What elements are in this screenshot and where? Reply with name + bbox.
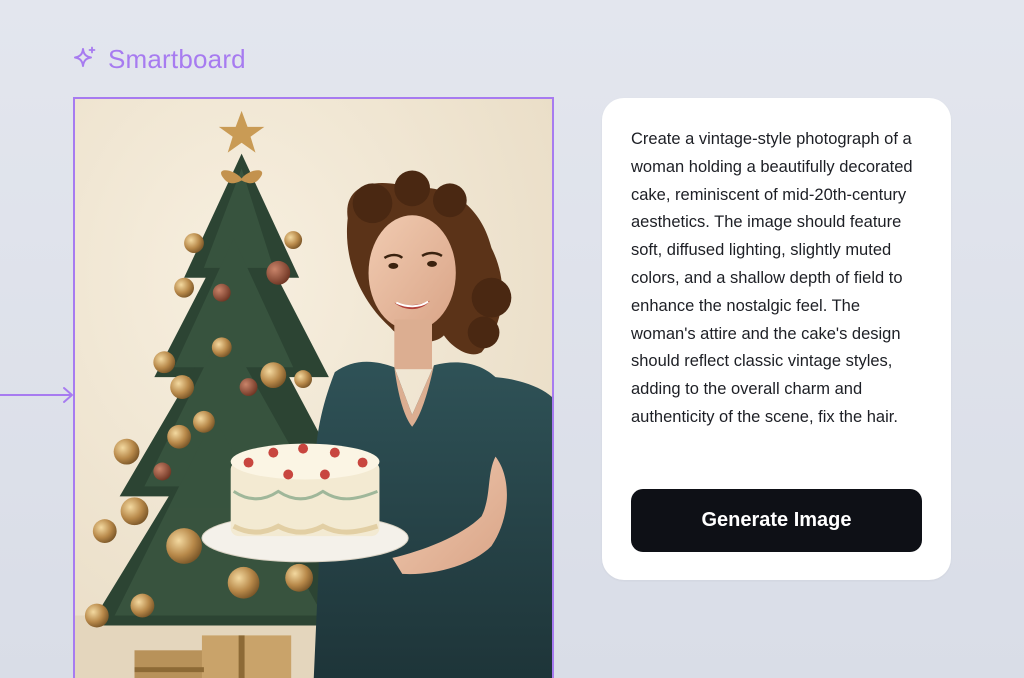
- vintage-photo-image: [75, 99, 552, 678]
- arrow-right-icon: [0, 387, 73, 403]
- app-header: Smartboard: [72, 43, 246, 75]
- app-title: Smartboard: [108, 43, 246, 74]
- prompt-card: Create a vintage-style photograph of a w…: [602, 98, 951, 580]
- generated-image-frame[interactable]: [73, 97, 554, 678]
- prompt-text[interactable]: Create a vintage-style photograph of a w…: [631, 126, 926, 432]
- generate-image-button[interactable]: Generate Image: [631, 489, 922, 552]
- sparkle-icon: [74, 46, 96, 67]
